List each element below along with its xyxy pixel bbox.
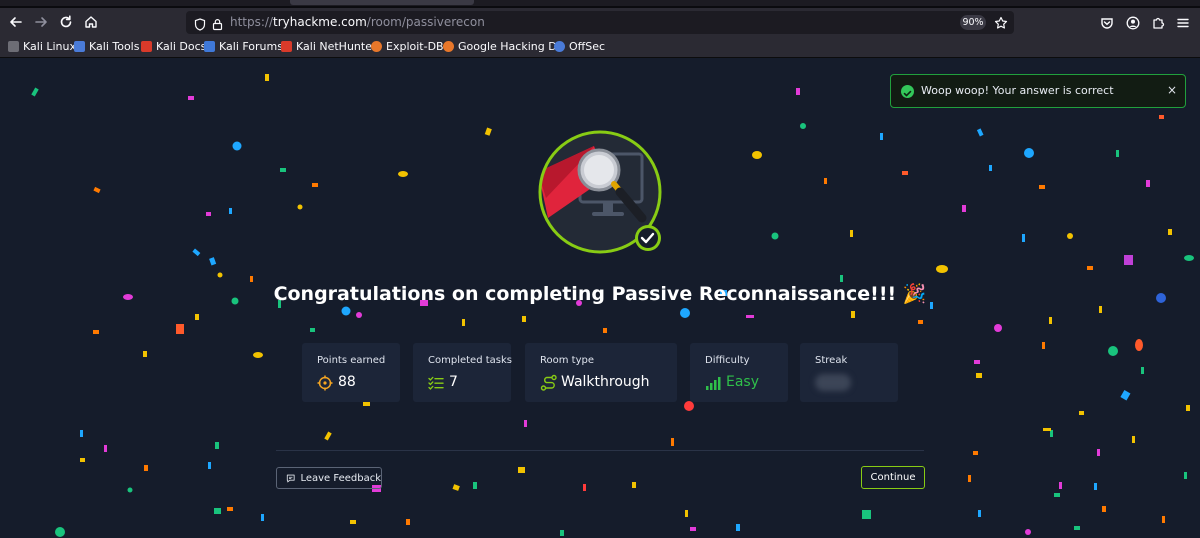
stat-points-earned: Points earned 88 [302,343,400,402]
stat-label: Streak [815,355,848,366]
forward-icon[interactable] [30,11,52,33]
bookmark-label: Google Hacking DB [458,40,565,53]
offsec-icon [554,41,565,52]
account-icon[interactable] [1126,15,1140,34]
room-badge-magnifier-icon [538,130,662,254]
menu-icon[interactable] [1176,15,1190,34]
kali-tools-icon [74,41,85,52]
url-path: /room/passiverecon [366,15,485,29]
home-icon[interactable] [80,11,102,33]
url-text[interactable]: https://tryhackme.com/room/passiverecon [230,15,485,29]
nethunter-icon [281,41,292,52]
browser-toolbar: https://tryhackme.com/room/passiverecon … [0,8,1200,37]
stat-label: Points earned [317,355,386,366]
bookmark-label: Kali NetHunter [296,40,377,53]
signal-bars-icon [705,375,721,391]
bookmark-kali-docs[interactable]: Kali Docs [141,40,206,53]
bookmark-google-hacking-db[interactable]: Google Hacking DB [443,40,564,53]
stat-streak: Streak [800,343,898,402]
url-scheme: https:// [230,15,274,29]
pocket-icon[interactable] [1100,15,1114,34]
success-toast: Woop woop! Your answer is correct × [890,74,1186,108]
continue-label: Continue [870,472,916,483]
toast-close-icon[interactable]: × [1167,83,1177,97]
stat-value: 88 [338,374,356,390]
checklist-icon [428,375,444,391]
bookmark-label: Kali Docs [156,40,207,53]
bookmarks-bar: Kali Linux Kali Tools Kali Docs Kali For… [0,37,1200,58]
stat-label: Difficulty [705,355,750,366]
url-host: tryhackme.com [273,15,367,29]
kali-forums-icon [204,41,215,52]
route-icon [540,374,557,391]
bookmark-label: Exploit-DB [386,40,444,53]
leave-feedback-label: Leave Feedback [300,472,381,484]
leave-feedback-button[interactable]: Leave Feedback [276,467,382,489]
stat-value: Walkthrough [561,374,650,390]
success-check-icon [901,85,914,98]
kali-docs-icon [141,41,152,52]
bookmark-label: Kali Forums [219,40,283,53]
bookmark-exploit-db[interactable]: Exploit-DB [371,40,444,53]
stat-value: Easy [726,374,760,390]
back-icon[interactable] [5,11,27,33]
streak-icon [815,374,851,391]
bookmark-kali-forums[interactable]: Kali Forums [204,40,283,53]
congratulations-title: Congratulations on completing Passive Re… [273,283,927,305]
active-tab[interactable] [290,0,474,5]
page-content: Woop woop! Your answer is correct × Cong… [0,58,1200,538]
continue-button[interactable]: Continue [861,466,925,489]
exploit-db-icon [371,41,382,52]
bookmark-label: OffSec [569,40,606,53]
stat-label: Room type [540,355,594,366]
toast-message: Woop woop! Your answer is correct [921,84,1114,97]
kali-dragon-icon [8,41,19,52]
bookmark-kali-linux[interactable]: Kali Linux [8,40,76,53]
stat-room-type: Room type Walkthrough [525,343,677,402]
extensions-icon[interactable] [1151,15,1165,34]
tracking-protection-shield-icon[interactable] [194,16,206,35]
ghdb-icon [443,41,454,52]
bookmark-label: Kali Tools [89,40,140,53]
target-icon [317,375,333,391]
stat-completed-tasks: Completed tasks 7 [413,343,512,402]
url-bar[interactable]: https://tryhackme.com/room/passiverecon … [186,11,1014,34]
bookmark-kali-nethunter[interactable]: Kali NetHunter [281,40,377,53]
bookmark-star-icon[interactable] [994,15,1008,34]
bookmark-label: Kali Linux [23,40,77,53]
bookmark-offsec[interactable]: OffSec [554,40,605,53]
stat-value: 7 [449,374,458,390]
reload-icon[interactable] [55,11,77,33]
bookmark-kali-tools[interactable]: Kali Tools [74,40,139,53]
browser-tabstrip [0,0,1200,8]
lock-icon[interactable] [212,16,223,35]
screen: https://tryhackme.com/room/passiverecon … [0,0,1200,538]
stat-label: Completed tasks [428,355,512,366]
feedback-icon [286,474,295,482]
stat-difficulty: Difficulty Easy [690,343,788,402]
footer-divider [276,450,924,451]
zoom-badge[interactable]: 90% [960,15,986,30]
